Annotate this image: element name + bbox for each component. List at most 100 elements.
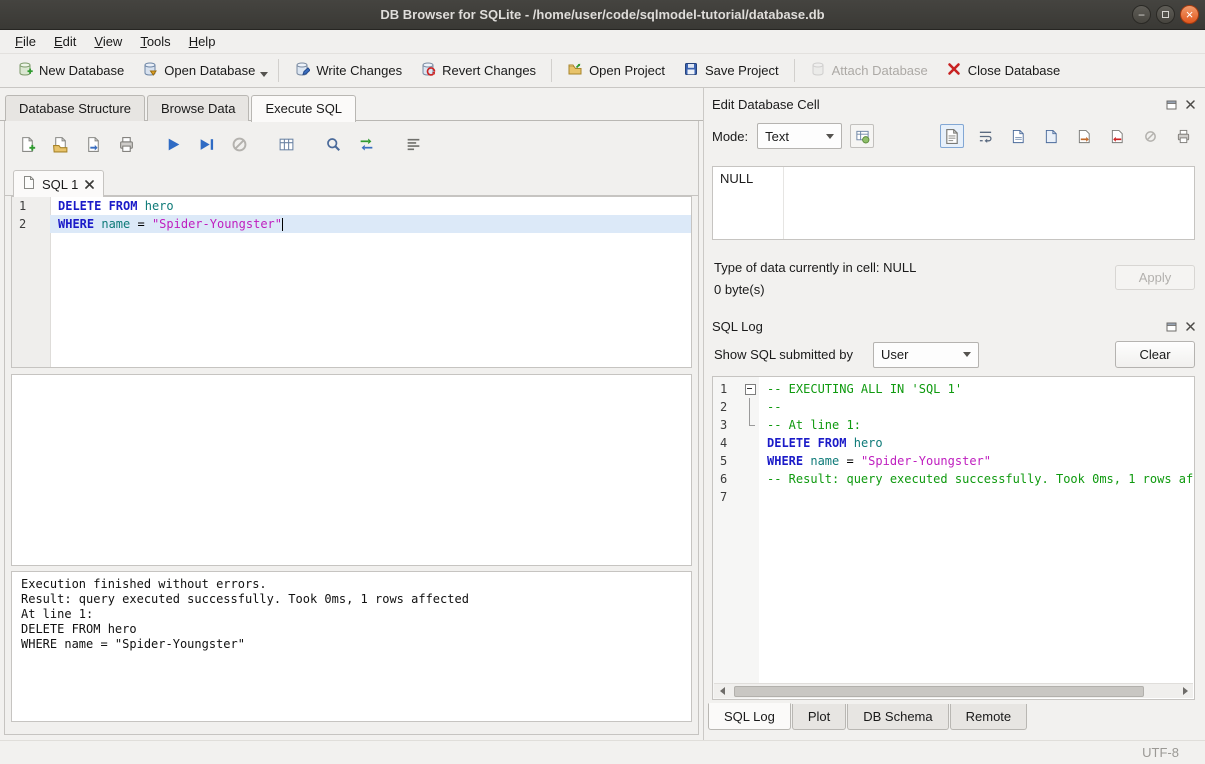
tab-plot[interactable]: Plot [792,704,846,730]
close-dock-icon[interactable] [1184,320,1197,333]
log-filter-label: Show SQL submitted by [714,347,853,362]
execute-all-icon[interactable] [163,134,183,154]
tab-execute-sql[interactable]: Execute SQL [251,95,356,122]
float-dock-icon[interactable] [1165,320,1178,333]
encoding-indicator[interactable]: UTF-8 [1142,745,1179,760]
text-document-icon[interactable] [940,124,964,148]
maximize-icon [1162,11,1169,18]
menu-view[interactable]: View [85,31,131,52]
cell-value: NULL [720,171,753,186]
tab-remote[interactable]: Remote [950,704,1028,730]
line-number: 2 [713,398,743,416]
cell-gutter-line [783,167,784,239]
clear-log-button[interactable]: Clear [1115,341,1195,368]
new-database-button[interactable]: New Database [8,56,133,85]
code-line: 5WHERE name = "Spider-Youngster" [713,452,1194,470]
open-database-icon [142,61,158,80]
fold-line [743,470,759,488]
results-grid[interactable] [11,374,692,566]
titlebar[interactable]: DB Browser for SQLite - /home/user/code/… [0,0,1205,30]
write-changes-button[interactable]: Write Changes [285,56,411,85]
apply-button[interactable]: Apply [1115,265,1195,290]
mode-combobox[interactable]: Text [757,123,842,149]
execution-message-panel[interactable]: Execution finished without errors. Resul… [11,571,692,722]
export-icon[interactable] [1105,124,1129,148]
attach-database-button[interactable]: Attach Database [801,56,937,85]
menu-tools[interactable]: Tools [131,31,179,52]
sql-log-title: SQL Log [712,319,1165,334]
maximize-button[interactable] [1156,5,1175,24]
dock-tabbar: SQL Log Plot DB Schema Remote [708,704,1028,730]
menu-edit[interactable]: Edit [45,31,85,52]
scroll-right-icon[interactable] [1177,684,1193,698]
sql-editor[interactable]: 1DELETE FROM hero2WHERE name = "Spider-Y… [11,196,692,368]
menu-file[interactable]: File [6,31,45,52]
close-dock-icon[interactable] [1184,98,1197,111]
cell-value-editor[interactable]: NULL [712,166,1195,240]
tab-db-schema[interactable]: DB Schema [847,704,948,730]
line-number: 3 [713,416,743,434]
close-database-icon [946,61,962,80]
minimize-button[interactable]: − [1132,5,1151,24]
save-project-button[interactable]: Save Project [674,56,788,85]
code-text: WHERE name = "Spider-Youngster" [759,452,1194,470]
toolbar-separator [794,59,795,82]
horizontal-scrollbar[interactable] [714,683,1193,698]
line-number: 6 [713,470,743,488]
code-line: 1-- EXECUTING ALL IN 'SQL 1' [713,380,1194,398]
menu-help[interactable]: Help [180,31,225,52]
tab-browse-data[interactable]: Browse Data [147,95,249,121]
dock-icons [1165,98,1197,111]
toolbar-separator [551,59,552,82]
cell-mode-row: Mode: Text [712,122,1195,150]
sql-doc-tab-close-icon[interactable] [85,177,94,192]
main-toolbar: New Database Open Database Write Changes… [0,54,1205,88]
print-icon[interactable] [116,134,136,154]
code-text: -- Result: query executed successfully. … [759,470,1195,488]
set-null-icon[interactable] [1138,124,1162,148]
window-title: DB Browser for SQLite - /home/user/code/… [0,0,1205,30]
open-database-button[interactable]: Open Database [133,56,264,85]
close-database-button[interactable]: Close Database [937,56,1070,85]
edit-cell-dock-header: Edit Database Cell [704,94,1205,114]
open-project-button[interactable]: Open Project [558,56,674,85]
tab-database-structure[interactable]: Database Structure [5,95,145,121]
code-text: -- At line 1: [759,416,1194,434]
cell-print-icon[interactable] [1171,124,1195,148]
save-project-label: Save Project [705,63,779,78]
replace-icon[interactable] [356,134,376,154]
open-sql-file-icon[interactable] [50,134,70,154]
tab-sql-log[interactable]: SQL Log [708,703,791,730]
scroll-left-icon[interactable] [714,684,730,698]
export-results-icon[interactable] [276,134,296,154]
code-line: 7 [713,488,1194,506]
find-icon[interactable] [323,134,343,154]
fold-marker-icon[interactable] [743,380,759,398]
word-wrap-icon[interactable] [973,124,997,148]
open-database-dropdown-icon[interactable] [260,72,268,77]
app-window: DB Browser for SQLite - /home/user/code/… [0,0,1205,764]
code-line: 1DELETE FROM hero [12,197,691,215]
stop-icon[interactable] [229,134,249,154]
new-database-icon [17,61,33,80]
revert-changes-button[interactable]: Revert Changes [411,56,545,85]
scrollbar-thumb[interactable] [734,686,1144,697]
log-filter-combobox[interactable]: User [873,342,979,368]
right-pane: Edit Database Cell Mode: Text [703,88,1205,740]
import-icon[interactable] [1072,124,1096,148]
sql-doc-tab[interactable]: SQL 1 [13,170,104,197]
open-file-icon[interactable] [1006,124,1030,148]
new-tab-icon[interactable] [17,134,37,154]
fold-line [743,434,759,452]
code-text [759,488,1194,506]
float-dock-icon[interactable] [1165,98,1178,111]
execute-sql-page: SQL 1 1DELETE FROM hero2WHERE name = "Sp… [4,121,699,735]
format-icon[interactable] [403,134,423,154]
auto-switch-icon[interactable] [850,124,874,148]
close-button[interactable]: × [1180,5,1199,24]
cell-type-info: Type of data currently in cell: NULL [714,260,916,275]
save-file-icon[interactable] [1039,124,1063,148]
sql-log-viewer[interactable]: 1-- EXECUTING ALL IN 'SQL 1'2--3-- At li… [712,376,1195,700]
execute-current-line-icon[interactable] [196,134,216,154]
open-sql-in-new-tab-icon[interactable] [83,134,103,154]
